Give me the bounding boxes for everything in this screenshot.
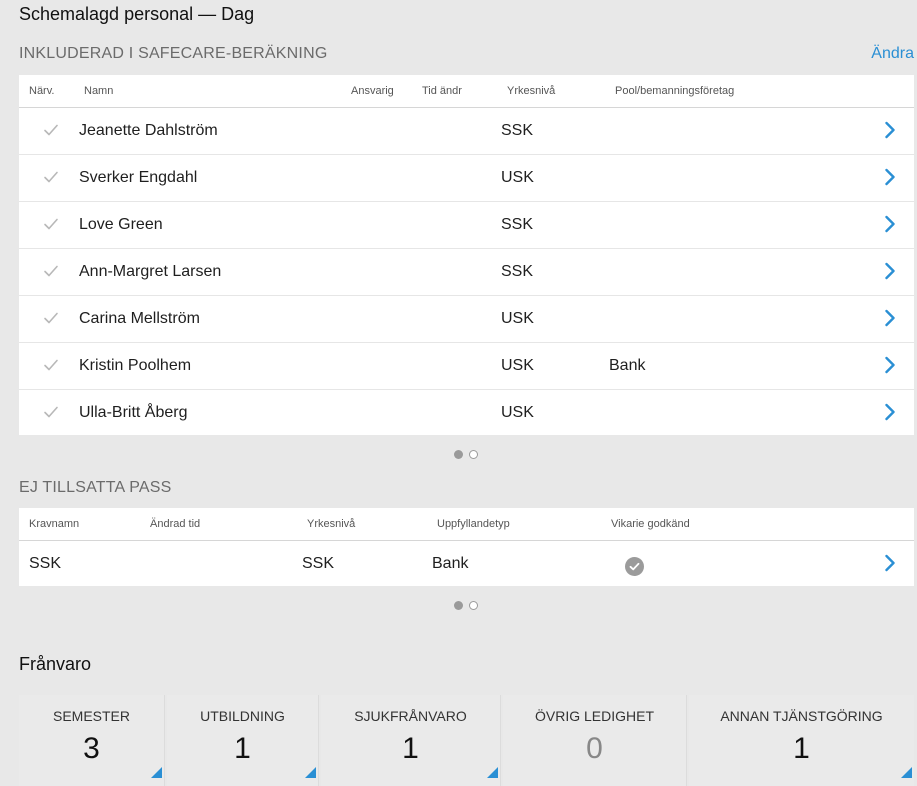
col-responsible[interactable]: Ansvarig (351, 85, 394, 97)
page-dot-active[interactable] (454, 601, 463, 610)
level: SSK (501, 263, 534, 280)
included-section-title: INKLUDERAD I SAFECARE-BERÄKNING (19, 45, 328, 62)
corner-indicator-icon (487, 767, 498, 778)
absence-tile-other-duty[interactable]: ANNAN TJÄNSTGÖRING 1 (689, 695, 914, 786)
col-presence[interactable]: Närv. (29, 85, 54, 97)
unfilled-pager (454, 597, 484, 610)
page-dot[interactable] (469, 450, 478, 459)
person-name: Ann-Margret Larsen (79, 263, 222, 280)
person-name: Love Green (79, 216, 163, 233)
absence-tile-other-leave[interactable]: ÖVRIG LEDIGHET 0 (503, 695, 687, 786)
check-icon (43, 310, 59, 326)
check-icon (43, 357, 59, 373)
page-dot[interactable] (469, 601, 478, 610)
absence-tile-semester[interactable]: SEMESTER 3 (19, 695, 165, 786)
absence-title: Frånvaro (19, 654, 92, 674)
req-name: SSK (29, 555, 62, 572)
pool: Bank (609, 357, 646, 374)
chevron-right-icon[interactable] (884, 309, 896, 327)
person-name: Kristin Poolhem (79, 357, 192, 374)
col-name[interactable]: Namn (84, 85, 113, 97)
unfilled-section-title: EJ TILLSATTA PASS (19, 479, 172, 496)
col-changed-time[interactable]: Ändrad tid (150, 518, 200, 530)
chevron-right-icon[interactable] (884, 168, 896, 186)
chevron-right-icon[interactable] (884, 554, 896, 572)
corner-indicator-icon (901, 767, 912, 778)
level: USK (501, 310, 534, 327)
table-row[interactable]: Carina Mellström USK (19, 296, 914, 343)
check-icon (43, 263, 59, 279)
approved-check-icon (625, 557, 644, 576)
col-req-name[interactable]: Kravnamn (29, 518, 79, 530)
col-pool[interactable]: Pool/bemanningsföretag (615, 85, 734, 97)
tile-label: SJUKFRÅNVARO (354, 708, 467, 724)
chevron-right-icon[interactable] (884, 215, 896, 233)
tile-label: UTBILDNING (200, 708, 285, 724)
absence-tiles: SEMESTER 3 UTBILDNING 1 SJUKFRÅNVARO 1 Ö… (19, 695, 914, 786)
page-dot-active[interactable] (454, 450, 463, 459)
table-row[interactable]: Jeanette Dahlström SSK (19, 108, 914, 155)
tile-value: 1 (793, 732, 810, 765)
col-fulfillment[interactable]: Uppfyllandetyp (437, 518, 510, 530)
unfilled-table: Kravnamn Ändrad tid Yrkesnivå Uppfylland… (19, 508, 914, 586)
page-title: Schemalagd personal — Dag (19, 4, 255, 24)
tile-value: 1 (402, 732, 419, 765)
chevron-right-icon[interactable] (884, 356, 896, 374)
level: USK (501, 169, 534, 186)
col-time-changed[interactable]: Tid ändr (422, 85, 462, 97)
table-row[interactable]: Ulla-Britt Åberg USK (19, 390, 914, 436)
table-row[interactable]: Love Green SSK (19, 202, 914, 249)
col-level[interactable]: Yrkesnivå (507, 85, 555, 97)
person-name: Sverker Engdahl (79, 169, 198, 186)
check-icon (43, 216, 59, 232)
level: USK (501, 404, 534, 421)
corner-indicator-icon (305, 767, 316, 778)
absence-tile-education[interactable]: UTBILDNING 1 (167, 695, 319, 786)
chevron-right-icon[interactable] (884, 403, 896, 421)
unfilled-table-header: Kravnamn Ändrad tid Yrkesnivå Uppfylland… (19, 508, 914, 541)
tile-value: 0 (586, 732, 603, 765)
person-name: Jeanette Dahlström (79, 122, 218, 139)
level: SSK (501, 216, 534, 233)
tile-label: SEMESTER (52, 708, 130, 724)
absence-tile-sick-leave[interactable]: SJUKFRÅNVARO 1 (321, 695, 501, 786)
tile-value: 3 (83, 732, 100, 765)
chevron-right-icon[interactable] (884, 262, 896, 280)
col-level[interactable]: Yrkesnivå (307, 518, 355, 530)
tile-label: ÖVRIG LEDIGHET (534, 708, 655, 724)
included-table-header: Närv. Namn Ansvarig Tid ändr Yrkesnivå P… (19, 75, 914, 108)
person-name: Ulla-Britt Åberg (79, 404, 188, 421)
included-pager (454, 446, 484, 459)
col-sub-approved[interactable]: Vikarie godkänd (611, 518, 690, 530)
check-icon (43, 404, 59, 420)
tile-label: ANNAN TJÄNSTGÖRING (720, 708, 883, 724)
person-name: Carina Mellström (79, 310, 200, 327)
chevron-right-icon[interactable] (884, 121, 896, 139)
table-row[interactable]: SSK SSK Bank (19, 541, 914, 587)
level: USK (501, 357, 534, 374)
fulfillment: Bank (432, 555, 469, 572)
check-icon (43, 122, 59, 138)
table-row[interactable]: Kristin Poolhem USK Bank (19, 343, 914, 390)
included-table: Närv. Namn Ansvarig Tid ändr Yrkesnivå P… (19, 75, 914, 435)
table-row[interactable]: Sverker Engdahl USK (19, 155, 914, 202)
check-icon (43, 169, 59, 185)
tile-value: 1 (234, 732, 251, 765)
table-row[interactable]: Ann-Margret Larsen SSK (19, 249, 914, 296)
corner-indicator-icon (151, 767, 162, 778)
level: SSK (302, 555, 335, 572)
edit-link[interactable]: Ändra (871, 45, 914, 63)
level: SSK (501, 122, 534, 139)
